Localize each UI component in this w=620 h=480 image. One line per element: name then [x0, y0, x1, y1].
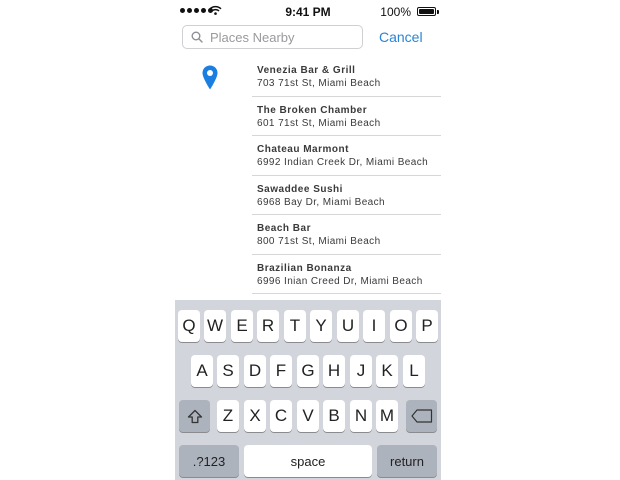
battery-percentage: 100%: [380, 5, 411, 19]
key-e[interactable]: E: [231, 310, 253, 342]
place-name: Chateau Marmont: [257, 144, 349, 155]
key-y[interactable]: Y: [310, 310, 332, 342]
phone-screen: 9:41 PM 100% Cancel Venezia Bar & Grill …: [175, 0, 441, 480]
list-item[interactable]: Sawaddee Sushi 6968 Bay Dr, Miami Beach: [252, 176, 441, 215]
list-item[interactable]: Brazilian Bonanza 6996 Inian Creed Dr, M…: [252, 255, 441, 294]
key-q[interactable]: Q: [178, 310, 200, 342]
list-item[interactable]: Beach Bar 800 71st St, Miami Beach: [252, 215, 441, 255]
key-k[interactable]: K: [376, 355, 398, 387]
key-v[interactable]: V: [297, 400, 319, 432]
key-f[interactable]: F: [270, 355, 292, 387]
location-pin-icon: [202, 65, 218, 90]
place-address: 6996 Inian Creed Dr, Miami Beach: [257, 275, 423, 287]
place-name: Venezia Bar & Grill: [257, 65, 356, 76]
place-address: 601 71st St, Miami Beach: [257, 117, 381, 129]
place-address: 6992 Indian Creek Dr, Miami Beach: [257, 157, 429, 168]
delete-key[interactable]: [406, 400, 437, 432]
keyboard: Q W E R T Y U I O P A S D F G H J K L Z …: [175, 300, 441, 480]
place-address: 703 71st St, Miami Beach: [257, 78, 381, 89]
key-d[interactable]: D: [244, 355, 266, 387]
key-r[interactable]: R: [257, 310, 279, 342]
place-name: Sawaddee Sushi: [257, 183, 343, 195]
key-a[interactable]: A: [191, 355, 213, 387]
status-bar: 9:41 PM 100%: [175, 0, 441, 22]
delete-icon: [410, 409, 432, 423]
shift-icon: [187, 409, 202, 423]
key-p[interactable]: P: [416, 310, 438, 342]
battery-tip: [437, 10, 439, 14]
cancel-button[interactable]: Cancel: [379, 29, 423, 45]
key-j[interactable]: J: [350, 355, 372, 387]
key-t[interactable]: T: [284, 310, 306, 342]
list-item[interactable]: Venezia Bar & Grill 703 71st St, Miami B…: [252, 57, 441, 97]
key-z[interactable]: Z: [217, 400, 239, 432]
key-g[interactable]: G: [297, 355, 319, 387]
place-address: 800 71st St, Miami Beach: [257, 236, 381, 247]
key-s[interactable]: S: [217, 355, 239, 387]
key-o[interactable]: O: [390, 310, 412, 342]
search-input[interactable]: [210, 30, 360, 45]
key-c[interactable]: C: [270, 400, 292, 432]
search-icon: [191, 31, 203, 43]
search-field[interactable]: [182, 25, 363, 49]
key-h[interactable]: H: [323, 355, 345, 387]
space-key[interactable]: space: [244, 445, 372, 477]
place-address: 6968 Bay Dr, Miami Beach: [257, 196, 385, 208]
return-key[interactable]: return: [377, 445, 437, 477]
key-n[interactable]: N: [350, 400, 372, 432]
key-m[interactable]: M: [376, 400, 398, 432]
key-x[interactable]: X: [244, 400, 266, 432]
places-list: Venezia Bar & Grill 703 71st St, Miami B…: [252, 57, 441, 294]
list-item[interactable]: The Broken Chamber 601 71st St, Miami Be…: [252, 97, 441, 136]
key-l[interactable]: L: [403, 355, 425, 387]
list-item[interactable]: Chateau Marmont 6992 Indian Creek Dr, Mi…: [252, 136, 441, 176]
battery-icon: [417, 7, 436, 16]
place-name: Beach Bar: [257, 223, 311, 234]
numbers-key[interactable]: .?123: [179, 445, 239, 477]
key-u[interactable]: U: [337, 310, 359, 342]
key-b[interactable]: B: [323, 400, 345, 432]
shift-key[interactable]: [179, 400, 210, 432]
key-w[interactable]: W: [204, 310, 226, 342]
place-name: The Broken Chamber: [257, 104, 368, 116]
place-name: Brazilian Bonanza: [257, 262, 352, 274]
key-i[interactable]: I: [363, 310, 385, 342]
